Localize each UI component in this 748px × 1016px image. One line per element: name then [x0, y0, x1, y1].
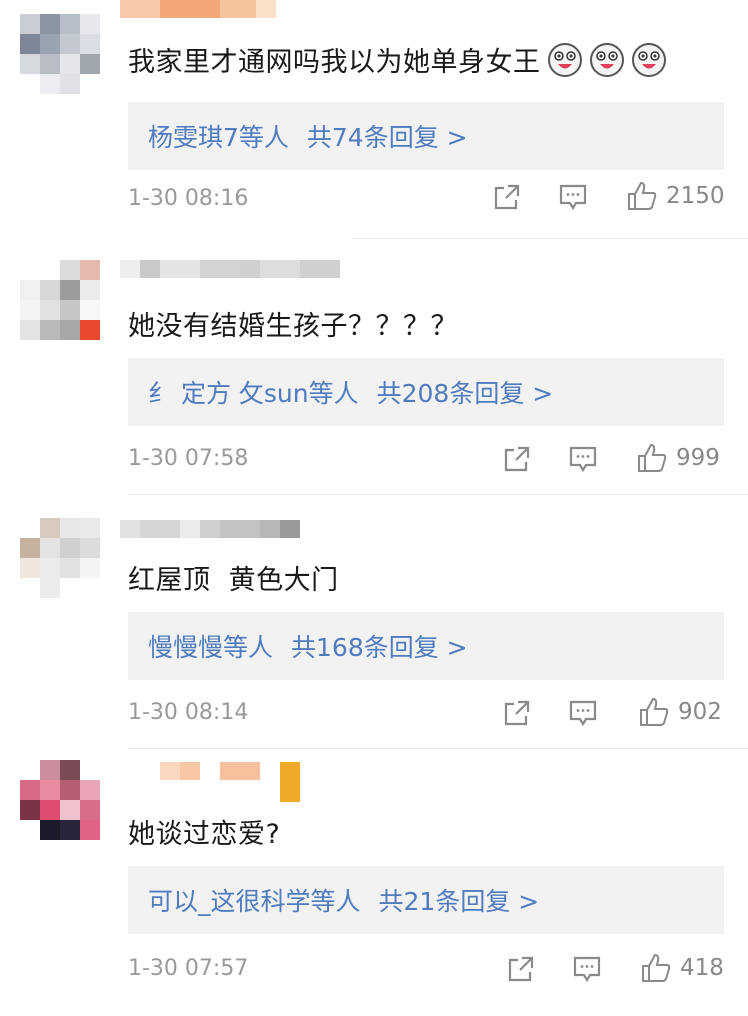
username-blurred[interactable] [120, 520, 300, 546]
comment-text: 我家里才通网吗我以为她单身女王 [128, 40, 667, 79]
laugh-cry-emoji-icon [547, 42, 582, 77]
username-blurred[interactable] [120, 260, 340, 286]
reply-users: 纟 定方 攵sun等人 [148, 379, 359, 408]
like-count: 999 [676, 445, 720, 471]
like-count: 902 [678, 699, 722, 725]
comment-icon[interactable] [568, 698, 598, 728]
laugh-cry-emoji-icon [631, 42, 666, 77]
comment-text: 她谈过恋爱? [128, 819, 281, 850]
divider [128, 494, 748, 495]
like-button[interactable]: 902 [638, 696, 722, 728]
username-blurred[interactable] [120, 0, 276, 26]
like-count: 418 [680, 955, 724, 981]
reply-summary-link[interactable]: 杨雯琪7等人 共74条回复 > [128, 102, 724, 170]
thumbs-up-icon [638, 443, 667, 472]
share-icon[interactable] [506, 954, 536, 984]
like-button[interactable]: 2150 [626, 180, 725, 212]
comment-item: 红屋顶 黄色大门 慢慢慢等人 共168条回复 > 1-30 08:14 902 [0, 508, 748, 762]
thumbs-up-icon [642, 953, 671, 982]
thumbs-up-icon [640, 697, 669, 726]
reply-users: 可以_这很科学等人 [148, 887, 361, 916]
reply-users: 杨雯琪7等人 [148, 123, 289, 152]
comment-icon[interactable] [568, 444, 598, 474]
avatar[interactable] [20, 760, 100, 840]
comment-time: 1-30 08:14 [128, 700, 249, 725]
reply-summary-link[interactable]: 可以_这很科学等人 共21条回复 > [128, 866, 724, 934]
share-icon[interactable] [492, 182, 522, 212]
laugh-cry-emoji-icon [589, 42, 624, 77]
divider [128, 748, 748, 749]
thumbs-up-icon [628, 181, 657, 210]
reply-summary-link[interactable]: 纟 定方 攵sun等人 共208条回复 > [128, 358, 724, 426]
avatar[interactable] [20, 260, 100, 340]
comment-text: 红屋顶 黄色大门 [128, 565, 339, 596]
avatar[interactable] [20, 518, 100, 598]
avatar[interactable] [20, 14, 100, 94]
like-button[interactable]: 418 [640, 952, 724, 984]
divider [352, 238, 748, 239]
reply-count: 共168条回复 > [291, 633, 468, 662]
comment-time: 1-30 07:57 [128, 956, 249, 981]
reply-users: 慢慢慢等人 [148, 633, 274, 662]
comment-item: 她谈过恋爱? 可以_这很科学等人 共21条回复 > 1-30 07:57 418 [0, 760, 748, 1016]
reply-count: 共21条回复 > [378, 887, 540, 916]
comment-text: 她没有结婚生孩子？？？？ [128, 311, 458, 342]
reply-summary-link[interactable]: 慢慢慢等人 共168条回复 > [128, 612, 724, 680]
comment-icon[interactable] [572, 954, 602, 984]
comment-icon[interactable] [558, 182, 588, 212]
comment-time: 1-30 07:58 [128, 446, 249, 471]
like-count: 2150 [666, 183, 725, 209]
reply-count: 共208条回复 > [376, 379, 554, 408]
comment-item: 我家里才通网吗我以为她单身女王 杨雯琪7等人 共74条回复 > 1-30 08:… [0, 0, 748, 254]
like-button[interactable]: 999 [636, 442, 720, 474]
reply-count: 共74条回复 > [306, 123, 468, 152]
username-blurred[interactable] [120, 762, 300, 802]
comment-time: 1-30 08:16 [128, 186, 249, 211]
comment-item: 她没有结婚生孩子？？？？ 纟 定方 攵sun等人 共208条回复 > 1-30 … [0, 254, 748, 508]
share-icon[interactable] [502, 444, 532, 474]
share-icon[interactable] [502, 698, 532, 728]
